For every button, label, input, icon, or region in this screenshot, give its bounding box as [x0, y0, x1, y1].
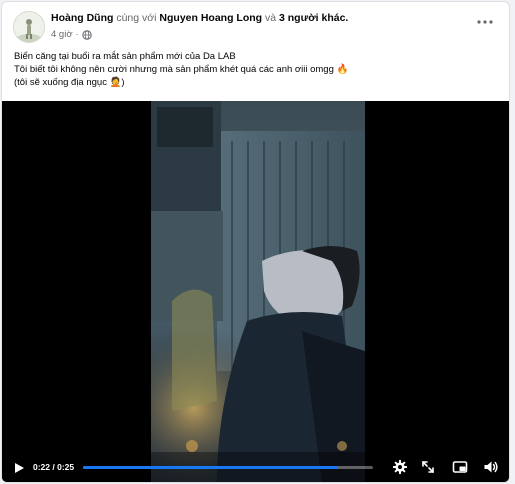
video-controls: 0:22 / 0:25 — [2, 452, 509, 482]
post-meta: 4 giờ · — [51, 29, 92, 40]
post-header: Hoàng Dũng cùng với Nguyen Hoang Long và… — [13, 11, 498, 45]
and-text: và — [265, 12, 277, 24]
globe-icon — [82, 29, 92, 40]
meta-dot: · — [75, 29, 79, 40]
author-line: Hoàng Dũng cùng với Nguyen Hoang Long và… — [51, 12, 348, 24]
gear-icon[interactable] — [392, 459, 408, 475]
tagged-name[interactable]: Nguyen Hoang Long — [159, 12, 262, 24]
picture-in-picture-icon[interactable] — [452, 459, 468, 475]
caption-line-3: (tôi sẽ xuống địa ngục 🤦) — [14, 77, 125, 88]
with-text: cùng với — [116, 12, 157, 24]
avatar[interactable] — [13, 11, 45, 43]
progress-bar[interactable] — [83, 466, 373, 469]
caption-line-2: Tôi biết tôi không nên cười nhưng mà sản… — [14, 64, 349, 75]
post-caption: Biển căng tại buổi ra mắt sản phẩm mới c… — [14, 50, 497, 89]
author-name[interactable]: Hoàng Dũng — [51, 12, 113, 24]
video-frame — [2, 101, 509, 482]
caption-line-1: Biển căng tại buổi ra mắt sản phẩm mới c… — [14, 51, 236, 62]
volume-icon[interactable] — [483, 459, 499, 475]
others-link[interactable]: 3 người khác. — [279, 12, 348, 24]
more-options-icon[interactable] — [476, 15, 494, 27]
video-player[interactable]: 0:22 / 0:25 — [2, 101, 509, 482]
progress-fill — [83, 466, 339, 469]
post-time[interactable]: 4 giờ — [51, 29, 73, 40]
video-time: 0:22 / 0:25 — [33, 462, 75, 472]
post-card: Hoàng Dũng cùng với Nguyen Hoang Long và… — [1, 1, 510, 483]
play-icon[interactable] — [13, 461, 25, 473]
expand-icon[interactable] — [420, 459, 436, 475]
